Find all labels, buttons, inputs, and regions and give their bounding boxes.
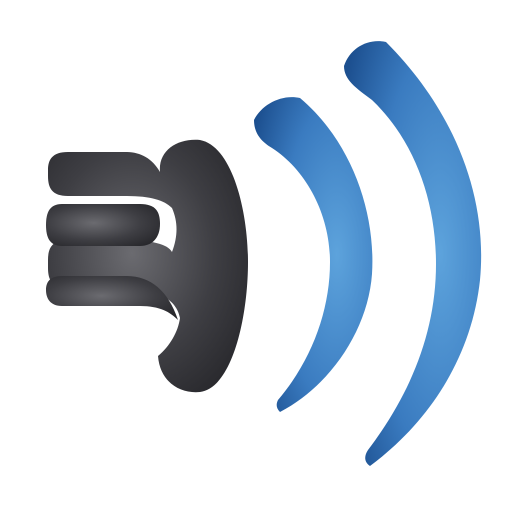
speaker-volume-icon bbox=[46, 41, 482, 466]
speaker-upper-bar bbox=[46, 204, 160, 246]
speaker-cone bbox=[48, 139, 248, 393]
sound-wave-inner bbox=[254, 97, 373, 412]
speaker-icon bbox=[46, 139, 248, 393]
icon-canvas bbox=[0, 0, 512, 512]
